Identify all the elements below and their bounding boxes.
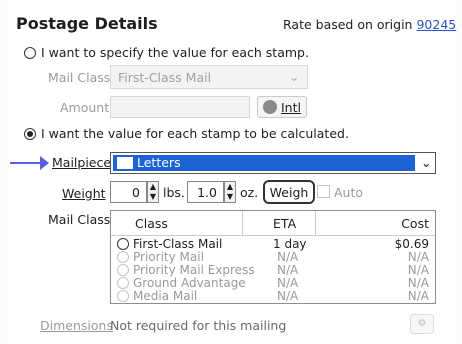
dimensions-value: Not required for this mailing xyxy=(110,318,287,333)
mailpiece-label: Mailpiece xyxy=(52,155,112,170)
row-eta: N/A xyxy=(277,289,299,303)
calculate-value-label: I want the value for each stamp to be ca… xyxy=(41,126,349,141)
amount-label: Amount xyxy=(60,100,110,115)
auto-checkbox[interactable] xyxy=(317,185,330,198)
specify-value-radio[interactable] xyxy=(24,47,36,59)
mailpiece-select[interactable]: Letters ⌄ xyxy=(110,152,436,174)
column-eta: ETA xyxy=(273,216,297,231)
row-class: First-Class Mail xyxy=(133,237,223,251)
row-class: Priority Mail xyxy=(133,250,204,264)
oz-input[interactable]: 1.0 xyxy=(187,181,224,203)
calculate-value-radio[interactable] xyxy=(24,128,36,140)
intl-button[interactable]: Intl xyxy=(257,96,307,118)
weigh-label: Weigh xyxy=(269,184,309,200)
mail-class-label: Mail Class xyxy=(48,212,111,227)
intl-label: Intl xyxy=(281,99,301,115)
mailpiece-selected: Letters xyxy=(113,155,415,171)
row-cost: $0.69 xyxy=(394,237,429,251)
globe-icon xyxy=(263,100,277,114)
row-eta: N/A xyxy=(277,276,299,290)
auto-label: Auto xyxy=(334,185,364,200)
row-class: Ground Advantage xyxy=(133,276,246,290)
column-cost: Cost xyxy=(401,216,429,231)
lbs-stepper[interactable]: ▲ ▼ xyxy=(147,181,159,203)
amount-input[interactable] xyxy=(110,96,250,118)
row-radio[interactable] xyxy=(117,251,129,263)
weigh-button[interactable]: Weigh xyxy=(263,180,315,204)
table-header: Class ETA Cost xyxy=(111,211,435,236)
lbs-input[interactable]: 0 xyxy=(110,181,147,203)
mail-class-table: Class ETA Cost First-Class Mail 1 day $0… xyxy=(110,210,436,304)
row-eta: N/A xyxy=(277,263,299,277)
row-radio[interactable] xyxy=(117,264,129,276)
row-class: Media Mail xyxy=(133,289,198,303)
weight-label: Weight xyxy=(62,186,106,201)
row-cost: N/A xyxy=(407,289,429,303)
envelope-icon xyxy=(117,157,133,169)
section-title: Postage Details xyxy=(16,14,158,33)
row-radio[interactable] xyxy=(117,238,129,250)
row-eta: 1 day xyxy=(273,237,307,251)
lbs-unit: lbs. xyxy=(163,185,185,200)
oz-stepper[interactable]: ▲ ▼ xyxy=(224,181,236,203)
row-class: Priority Mail Express xyxy=(133,263,255,277)
origin-zip-link[interactable]: 90245 xyxy=(416,17,456,32)
rate-prefix: Rate based on origin xyxy=(283,17,413,32)
mail-class-select-disabled[interactable]: First-Class Mail ⌄ xyxy=(110,65,308,89)
gear-icon: ⚙ xyxy=(417,318,427,329)
column-class: Class xyxy=(135,216,168,231)
specify-value-label: I want to specify the value for each sta… xyxy=(41,45,309,60)
row-radio[interactable] xyxy=(117,277,129,289)
lbs-value: 0 xyxy=(132,185,140,200)
pointer-arrow-icon xyxy=(10,156,49,170)
row-cost: N/A xyxy=(407,250,429,264)
chevron-down-icon: ⌄ xyxy=(421,155,432,170)
rate-origin-text: Rate based on origin 90245 xyxy=(283,17,456,32)
mail-class-label-disabled: Mail Class xyxy=(48,70,111,85)
chevron-down-icon: ⌄ xyxy=(289,69,300,84)
row-cost: N/A xyxy=(407,276,429,290)
dimensions-label[interactable]: Dimensions xyxy=(40,318,113,333)
row-eta: N/A xyxy=(277,250,299,264)
row-cost: N/A xyxy=(407,263,429,277)
row-radio[interactable] xyxy=(117,290,129,302)
oz-unit: oz. xyxy=(240,185,259,200)
mail-class-value: First-Class Mail xyxy=(118,70,212,85)
mailpiece-value: Letters xyxy=(137,155,181,170)
dimensions-options-button[interactable]: ⚙ xyxy=(410,314,434,334)
oz-value: 1.0 xyxy=(197,185,217,200)
table-row[interactable]: Media Mail N/A N/A xyxy=(111,289,435,303)
